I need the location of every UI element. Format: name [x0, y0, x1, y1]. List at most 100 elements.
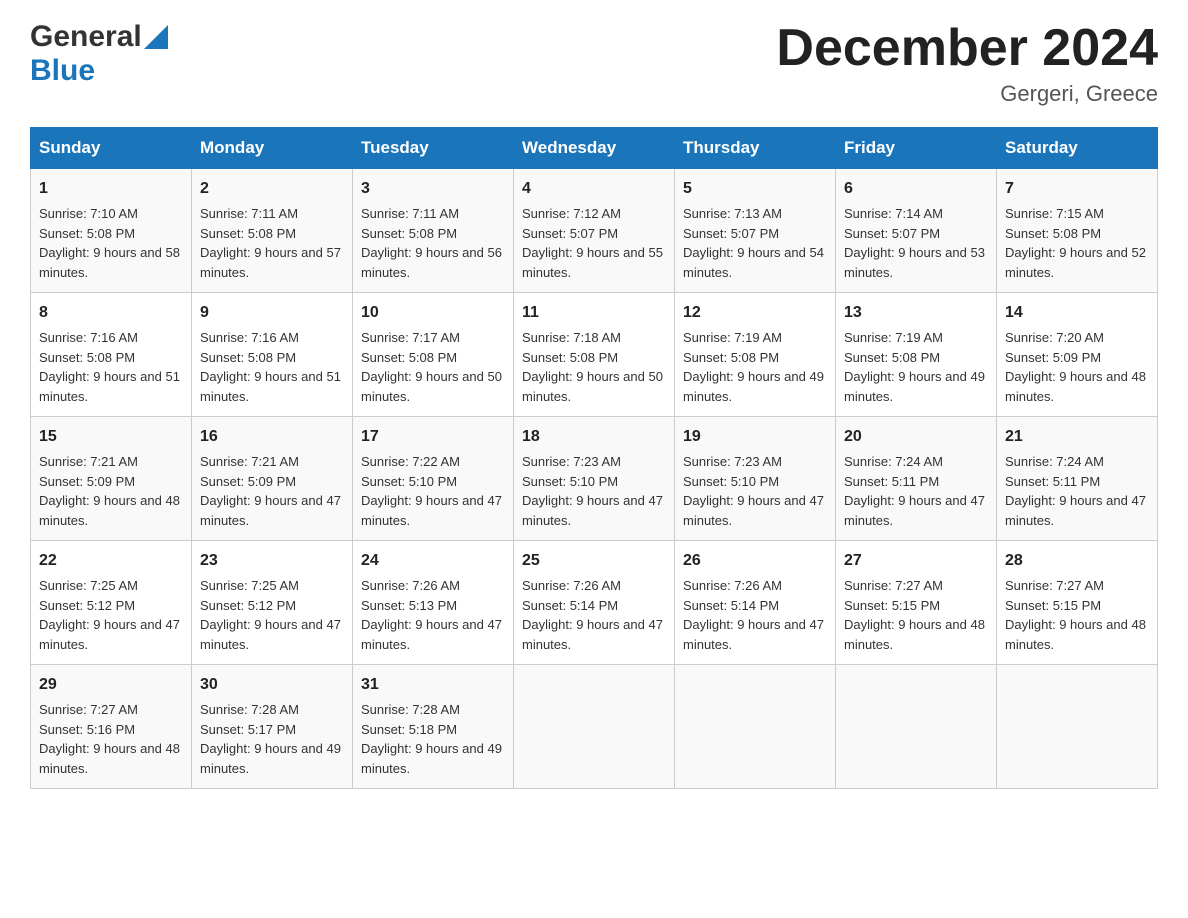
day-number: 14: [1005, 301, 1149, 325]
weekday-header-friday: Friday: [836, 128, 997, 169]
calendar-cell: 18 Sunrise: 7:23 AMSunset: 5:10 PMDaylig…: [514, 417, 675, 541]
day-info: Sunrise: 7:21 AMSunset: 5:09 PMDaylight:…: [200, 454, 341, 528]
weekday-header-sunday: Sunday: [31, 128, 192, 169]
calendar-cell: 2 Sunrise: 7:11 AMSunset: 5:08 PMDayligh…: [192, 169, 353, 293]
day-number: 1: [39, 177, 183, 201]
logo-general-text: General: [30, 20, 142, 54]
day-number: 7: [1005, 177, 1149, 201]
weekday-header-wednesday: Wednesday: [514, 128, 675, 169]
day-number: 21: [1005, 425, 1149, 449]
calendar-cell: 3 Sunrise: 7:11 AMSunset: 5:08 PMDayligh…: [353, 169, 514, 293]
day-info: Sunrise: 7:24 AMSunset: 5:11 PMDaylight:…: [1005, 454, 1146, 528]
calendar-cell: 11 Sunrise: 7:18 AMSunset: 5:08 PMDaylig…: [514, 293, 675, 417]
day-info: Sunrise: 7:13 AMSunset: 5:07 PMDaylight:…: [683, 206, 824, 280]
week-row-1: 1 Sunrise: 7:10 AMSunset: 5:08 PMDayligh…: [31, 169, 1158, 293]
day-info: Sunrise: 7:26 AMSunset: 5:14 PMDaylight:…: [522, 578, 663, 652]
day-number: 16: [200, 425, 344, 449]
day-number: 11: [522, 301, 666, 325]
day-info: Sunrise: 7:11 AMSunset: 5:08 PMDaylight:…: [361, 206, 502, 280]
weekday-header-row: SundayMondayTuesdayWednesdayThursdayFrid…: [31, 128, 1158, 169]
calendar-cell: 20 Sunrise: 7:24 AMSunset: 5:11 PMDaylig…: [836, 417, 997, 541]
day-info: Sunrise: 7:27 AMSunset: 5:15 PMDaylight:…: [844, 578, 985, 652]
calendar-cell: 29 Sunrise: 7:27 AMSunset: 5:16 PMDaylig…: [31, 665, 192, 789]
weekday-header-thursday: Thursday: [675, 128, 836, 169]
day-number: 8: [39, 301, 183, 325]
day-info: Sunrise: 7:19 AMSunset: 5:08 PMDaylight:…: [844, 330, 985, 404]
day-info: Sunrise: 7:19 AMSunset: 5:08 PMDaylight:…: [683, 330, 824, 404]
day-number: 30: [200, 673, 344, 697]
day-info: Sunrise: 7:16 AMSunset: 5:08 PMDaylight:…: [200, 330, 341, 404]
calendar-cell: 22 Sunrise: 7:25 AMSunset: 5:12 PMDaylig…: [31, 541, 192, 665]
day-info: Sunrise: 7:28 AMSunset: 5:17 PMDaylight:…: [200, 702, 341, 776]
day-number: 18: [522, 425, 666, 449]
calendar-cell: 13 Sunrise: 7:19 AMSunset: 5:08 PMDaylig…: [836, 293, 997, 417]
day-info: Sunrise: 7:17 AMSunset: 5:08 PMDaylight:…: [361, 330, 502, 404]
day-number: 4: [522, 177, 666, 201]
day-info: Sunrise: 7:20 AMSunset: 5:09 PMDaylight:…: [1005, 330, 1146, 404]
page-header: General Blue December 2024 Gergeri, Gree…: [30, 20, 1158, 107]
month-title: December 2024: [776, 20, 1158, 77]
calendar-cell: 6 Sunrise: 7:14 AMSunset: 5:07 PMDayligh…: [836, 169, 997, 293]
calendar-cell: [836, 665, 997, 789]
weekday-header-saturday: Saturday: [997, 128, 1158, 169]
day-info: Sunrise: 7:10 AMSunset: 5:08 PMDaylight:…: [39, 206, 180, 280]
day-info: Sunrise: 7:26 AMSunset: 5:13 PMDaylight:…: [361, 578, 502, 652]
calendar-cell: 21 Sunrise: 7:24 AMSunset: 5:11 PMDaylig…: [997, 417, 1158, 541]
logo: General Blue: [30, 20, 168, 88]
title-section: December 2024 Gergeri, Greece: [776, 20, 1158, 107]
calendar-cell: 12 Sunrise: 7:19 AMSunset: 5:08 PMDaylig…: [675, 293, 836, 417]
calendar-cell: 23 Sunrise: 7:25 AMSunset: 5:12 PMDaylig…: [192, 541, 353, 665]
day-number: 24: [361, 549, 505, 573]
day-number: 23: [200, 549, 344, 573]
day-info: Sunrise: 7:26 AMSunset: 5:14 PMDaylight:…: [683, 578, 824, 652]
location: Gergeri, Greece: [776, 81, 1158, 107]
day-number: 15: [39, 425, 183, 449]
calendar-cell: 4 Sunrise: 7:12 AMSunset: 5:07 PMDayligh…: [514, 169, 675, 293]
day-info: Sunrise: 7:28 AMSunset: 5:18 PMDaylight:…: [361, 702, 502, 776]
day-number: 19: [683, 425, 827, 449]
calendar-cell: 28 Sunrise: 7:27 AMSunset: 5:15 PMDaylig…: [997, 541, 1158, 665]
day-number: 17: [361, 425, 505, 449]
calendar-table: SundayMondayTuesdayWednesdayThursdayFrid…: [30, 127, 1158, 789]
calendar-cell: 25 Sunrise: 7:26 AMSunset: 5:14 PMDaylig…: [514, 541, 675, 665]
calendar-cell: 27 Sunrise: 7:27 AMSunset: 5:15 PMDaylig…: [836, 541, 997, 665]
day-number: 25: [522, 549, 666, 573]
day-number: 2: [200, 177, 344, 201]
logo-blue-text: Blue: [30, 54, 95, 88]
week-row-4: 22 Sunrise: 7:25 AMSunset: 5:12 PMDaylig…: [31, 541, 1158, 665]
day-number: 10: [361, 301, 505, 325]
calendar-cell: [514, 665, 675, 789]
day-info: Sunrise: 7:27 AMSunset: 5:15 PMDaylight:…: [1005, 578, 1146, 652]
day-number: 6: [844, 177, 988, 201]
day-info: Sunrise: 7:27 AMSunset: 5:16 PMDaylight:…: [39, 702, 180, 776]
calendar-cell: 1 Sunrise: 7:10 AMSunset: 5:08 PMDayligh…: [31, 169, 192, 293]
day-info: Sunrise: 7:22 AMSunset: 5:10 PMDaylight:…: [361, 454, 502, 528]
calendar-cell: 16 Sunrise: 7:21 AMSunset: 5:09 PMDaylig…: [192, 417, 353, 541]
day-number: 29: [39, 673, 183, 697]
day-number: 26: [683, 549, 827, 573]
day-info: Sunrise: 7:25 AMSunset: 5:12 PMDaylight:…: [39, 578, 180, 652]
calendar-cell: 7 Sunrise: 7:15 AMSunset: 5:08 PMDayligh…: [997, 169, 1158, 293]
calendar-cell: 17 Sunrise: 7:22 AMSunset: 5:10 PMDaylig…: [353, 417, 514, 541]
week-row-3: 15 Sunrise: 7:21 AMSunset: 5:09 PMDaylig…: [31, 417, 1158, 541]
day-info: Sunrise: 7:18 AMSunset: 5:08 PMDaylight:…: [522, 330, 663, 404]
calendar-cell: 24 Sunrise: 7:26 AMSunset: 5:13 PMDaylig…: [353, 541, 514, 665]
day-number: 12: [683, 301, 827, 325]
day-info: Sunrise: 7:25 AMSunset: 5:12 PMDaylight:…: [200, 578, 341, 652]
calendar-cell: [997, 665, 1158, 789]
calendar-cell: 9 Sunrise: 7:16 AMSunset: 5:08 PMDayligh…: [192, 293, 353, 417]
week-row-2: 8 Sunrise: 7:16 AMSunset: 5:08 PMDayligh…: [31, 293, 1158, 417]
weekday-header-tuesday: Tuesday: [353, 128, 514, 169]
day-info: Sunrise: 7:15 AMSunset: 5:08 PMDaylight:…: [1005, 206, 1146, 280]
calendar-cell: 26 Sunrise: 7:26 AMSunset: 5:14 PMDaylig…: [675, 541, 836, 665]
day-number: 3: [361, 177, 505, 201]
day-number: 27: [844, 549, 988, 573]
day-number: 22: [39, 549, 183, 573]
weekday-header-monday: Monday: [192, 128, 353, 169]
calendar-cell: 15 Sunrise: 7:21 AMSunset: 5:09 PMDaylig…: [31, 417, 192, 541]
calendar-cell: [675, 665, 836, 789]
day-info: Sunrise: 7:16 AMSunset: 5:08 PMDaylight:…: [39, 330, 180, 404]
week-row-5: 29 Sunrise: 7:27 AMSunset: 5:16 PMDaylig…: [31, 665, 1158, 789]
day-info: Sunrise: 7:14 AMSunset: 5:07 PMDaylight:…: [844, 206, 985, 280]
day-info: Sunrise: 7:21 AMSunset: 5:09 PMDaylight:…: [39, 454, 180, 528]
